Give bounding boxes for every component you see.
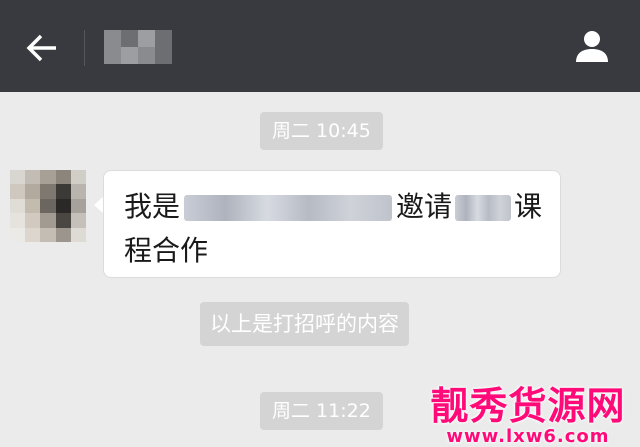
header-divider: [84, 30, 85, 66]
watermark-url: www.lxw6.com: [446, 426, 610, 447]
person-icon: [576, 31, 608, 62]
redacted-text: [184, 195, 393, 221]
message-line-1: 我是 邀请 课: [124, 185, 542, 225]
incoming-message-bubble[interactable]: 我是 邀请 课 程合作: [103, 170, 561, 278]
message-text: 邀请: [396, 190, 453, 223]
chat-title-blurred: [104, 30, 172, 64]
timestamp-badge: 周二 11:22: [260, 392, 383, 430]
watermark-logo: 靓秀货源网 www.lxw6.com: [420, 385, 636, 447]
arrow-left-icon: [26, 34, 56, 62]
back-button[interactable]: [22, 28, 62, 68]
chat-info-button[interactable]: [572, 26, 612, 66]
timestamp-badge: 周二 10:45: [260, 112, 383, 150]
sender-avatar[interactable]: [10, 170, 86, 242]
message-text: 我是: [124, 190, 181, 223]
redacted-text: [455, 195, 512, 221]
message-text: 课: [514, 190, 543, 223]
watermark-text: 靓秀货源网: [430, 384, 626, 428]
message-line-2: 程合作: [124, 234, 209, 267]
chat-header: [0, 0, 640, 92]
system-note: 以上是打招呼的内容: [200, 302, 409, 346]
